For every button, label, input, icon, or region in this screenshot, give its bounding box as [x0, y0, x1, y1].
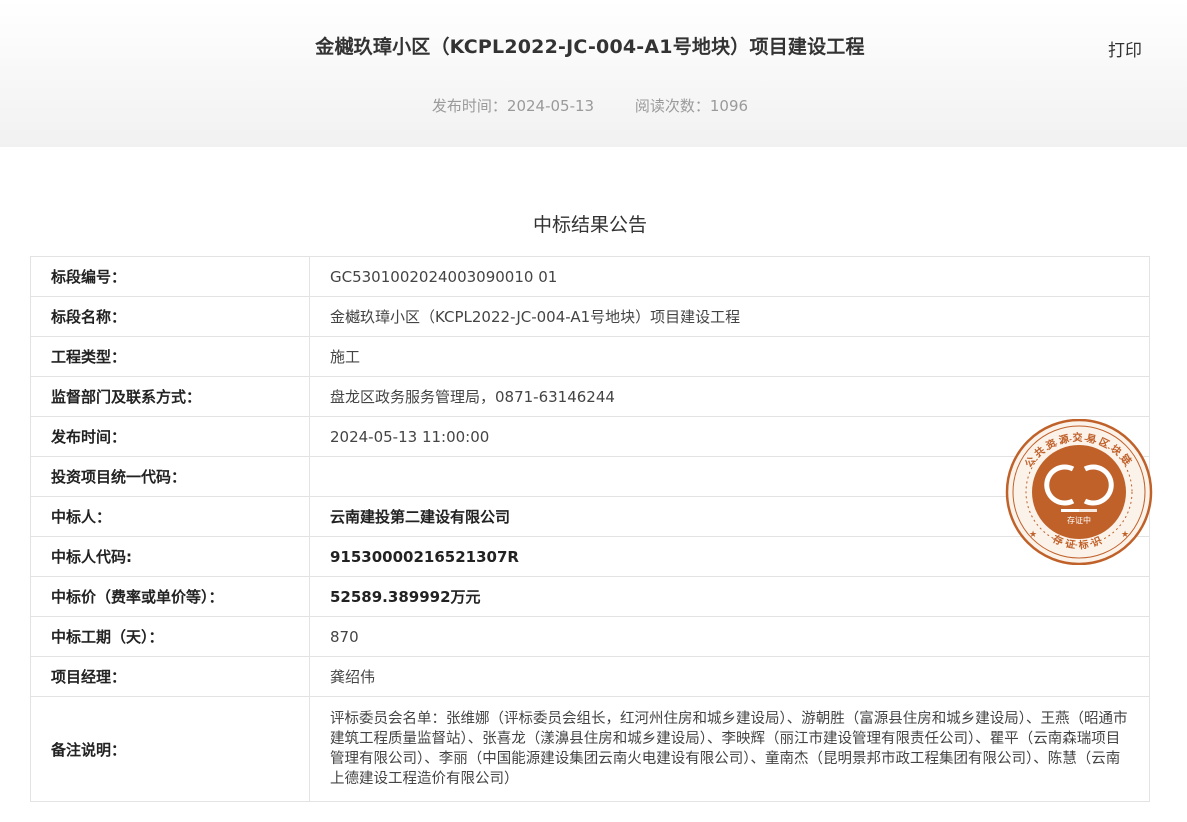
table-row: 项目经理： 龚绍伟: [30, 656, 1150, 697]
star-icon: ★: [1121, 530, 1129, 540]
row-label: 备注说明：: [30, 696, 310, 802]
row-label: 中标人代码:: [30, 536, 310, 577]
publish-time: 发布时间：2024-05-13: [431, 97, 595, 115]
row-label: 项目经理：: [30, 656, 310, 697]
table-row: 备注说明： 评标委员会名单：张维娜（评标委员会组长，红河州住房和城乡建设局）、游…: [30, 696, 1150, 802]
table-row: 中标人： 云南建投第二建设有限公司: [30, 496, 1150, 537]
page-title: 金樾玖璋小区（KCPL2022-JC-004-A1号地块）项目建设工程: [315, 36, 865, 58]
row-value: 施工: [309, 336, 1150, 377]
table-row: 投资项目统一代码：: [30, 456, 1150, 497]
row-value: 盘龙区政务服务管理局，0871-63146244: [309, 376, 1150, 417]
table-row: 标段编号： GC5301002024003090010 01: [30, 256, 1150, 297]
row-label: 监督部门及联系方式：: [30, 376, 310, 417]
row-label: 中标工期（天）：: [30, 616, 310, 657]
read-count: 阅读次数：1096: [634, 97, 749, 115]
article-meta: 发布时间：2024-05-13 阅读次数：1096: [0, 95, 1180, 116]
row-label: 中标价（费率或单价等）：: [30, 576, 310, 617]
row-value: 金樾玖璋小区（KCPL2022-JC-004-A1号地块）项目建设工程: [309, 296, 1150, 337]
table-row: 工程类型： 施工: [30, 336, 1150, 377]
row-value: 870: [309, 616, 1150, 657]
row-label: 中标人：: [30, 496, 310, 537]
row-label: 标段名称：: [30, 296, 310, 337]
row-label: 标段编号：: [30, 256, 310, 297]
section-title: 中标结果公告: [532, 214, 647, 236]
row-label: 工程类型：: [30, 336, 310, 377]
row-label: 发布时间：: [30, 416, 310, 457]
table-row: 标段名称： 金樾玖璋小区（KCPL2022-JC-004-A1号地块）项目建设工…: [30, 296, 1150, 337]
row-label: 投资项目统一代码：: [30, 456, 310, 497]
seal-inner-text: 存证中: [1067, 515, 1091, 525]
table-row: 发布时间： 2024-05-13 11:00:00: [30, 416, 1150, 457]
table-row: 中标人代码: 91530000216521307R: [30, 536, 1150, 577]
star-icon: ★: [1029, 530, 1037, 540]
bid-result-table: 标段编号： GC5301002024003090010 01 标段名称： 金樾玖…: [30, 256, 1150, 802]
row-value: GC5301002024003090010 01: [309, 256, 1150, 297]
winning-price: 52589.389992万元: [309, 576, 1150, 617]
table-row: 中标工期（天）： 870: [30, 616, 1150, 657]
table-row: 中标价（费率或单价等）： 52589.389992万元: [30, 576, 1150, 617]
remarks-text: 评标委员会名单：张维娜（评标委员会组长，红河州住房和城乡建设局）、游朝胜（富源县…: [309, 696, 1150, 802]
row-value: 龚绍伟: [309, 656, 1150, 697]
page-header: 金樾玖璋小区（KCPL2022-JC-004-A1号地块）项目建设工程 打印 发…: [0, 0, 1187, 147]
blockchain-seal-icon: 存证中 公共资源交易区块链 存证标识 ★ ★: [1005, 419, 1153, 565]
print-button[interactable]: 打印: [1108, 36, 1142, 61]
table-row: 监督部门及联系方式： 盘龙区政务服务管理局，0871-63146244: [30, 376, 1150, 417]
